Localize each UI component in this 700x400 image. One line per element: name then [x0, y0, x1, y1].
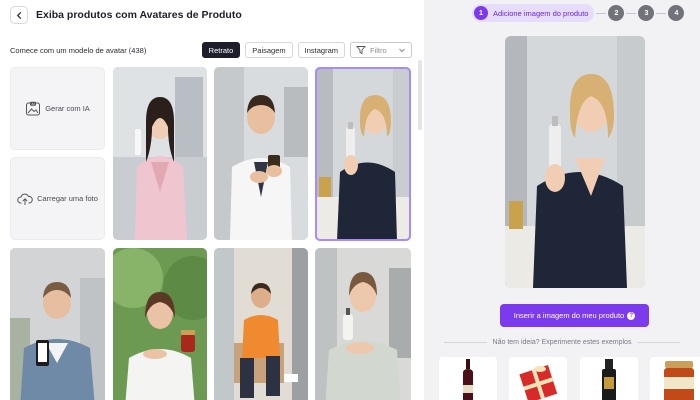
filter-label: Filtro — [370, 45, 387, 55]
chip-landscape[interactable]: Paisagem — [245, 42, 293, 58]
svg-text:AI: AI — [32, 102, 35, 106]
template-count-label: Comece com um modelo de avatar (438) — [10, 45, 147, 55]
avatar-photo — [10, 248, 105, 400]
avatar-card-woman-robe[interactable] — [113, 67, 207, 240]
cloud-upload-icon — [17, 193, 33, 205]
avatar-photo — [113, 248, 207, 400]
selected-avatar-preview — [505, 36, 645, 288]
step-connector — [596, 12, 607, 14]
upload-label: Carregar uma foto — [37, 194, 98, 203]
serum-bottle-icon — [580, 357, 638, 400]
stepper: 1 Adicione imagem do produto 2 3 4 — [472, 4, 685, 22]
insert-product-image-button[interactable]: Inserir a imagem do meu produto ? — [500, 304, 649, 327]
generate-with-ai-tile[interactable]: AI Gerar com IA — [10, 67, 105, 150]
step-connector — [626, 12, 637, 14]
chevron-left-icon — [16, 11, 21, 19]
avatar-card-woman-blonde[interactable] — [315, 67, 411, 241]
avatar-photo — [113, 67, 207, 240]
avatar-card-man-chair[interactable] — [214, 248, 308, 400]
examples-divider: Não tem ideia? Experimente estes exemplo… — [444, 339, 680, 346]
chip-portrait[interactable]: Retrato — [201, 42, 241, 58]
example-serum-bottle[interactable] — [580, 357, 638, 400]
avatar-preview-photo — [505, 36, 645, 288]
step-3[interactable]: 3 — [638, 5, 655, 21]
ai-image-icon: AI — [26, 101, 41, 115]
chevron-down-icon — [399, 48, 405, 53]
avatar-photo — [214, 248, 308, 400]
step-1-label: Adicione imagem do produto — [493, 8, 589, 18]
example-jam-jar[interactable] — [650, 357, 700, 400]
back-button[interactable] — [10, 6, 28, 24]
toolbar: Comece com um modelo de avatar (438) Ret… — [10, 42, 412, 58]
page-title: Exiba produtos com Avatares de Produto — [36, 9, 242, 21]
step-4[interactable]: 4 — [668, 5, 685, 21]
scrollbar[interactable] — [418, 60, 422, 130]
avatar-photo — [214, 67, 308, 240]
wine-bottle-icon — [439, 357, 497, 400]
avatar-card-man-phone[interactable] — [10, 248, 105, 400]
step-2[interactable]: 2 — [608, 5, 625, 21]
help-icon[interactable]: ? — [627, 311, 636, 320]
step-connector — [656, 12, 667, 14]
product-preview-panel: 1 Adicione imagem do produto 2 3 4 Inser… — [424, 0, 700, 400]
avatar-photo — [315, 67, 411, 241]
avatar-card-woman-pump[interactable] — [315, 248, 411, 400]
example-wine-bottle[interactable] — [439, 357, 497, 400]
generate-label: Gerar com IA — [45, 104, 90, 113]
divider-line — [444, 342, 487, 343]
jam-jar-icon — [650, 357, 700, 400]
funnel-icon — [356, 46, 366, 55]
avatar-gallery-panel: Exiba produtos com Avatares de Produto C… — [0, 0, 424, 400]
avatar-photo — [315, 248, 411, 400]
example-gift-box[interactable] — [509, 357, 567, 400]
divider-line — [637, 342, 680, 343]
filter-dropdown[interactable]: Filtro — [350, 42, 412, 58]
chip-instagram[interactable]: Instagram — [297, 42, 345, 58]
gift-box-icon — [509, 357, 567, 400]
upload-photo-tile[interactable]: Carregar uma foto — [10, 157, 105, 240]
header: Exiba produtos com Avatares de Produto — [10, 4, 242, 26]
cta-label: Inserir a imagem do meu produto — [513, 311, 625, 320]
avatar-card-woman-jar[interactable] — [113, 248, 207, 400]
avatar-card-man-labcoat[interactable] — [214, 67, 308, 240]
examples-label: Não tem ideia? Experimente estes exemplo… — [492, 339, 632, 346]
step-1[interactable]: 1 Adicione imagem do produto — [472, 4, 595, 22]
step-1-number: 1 — [474, 6, 488, 20]
